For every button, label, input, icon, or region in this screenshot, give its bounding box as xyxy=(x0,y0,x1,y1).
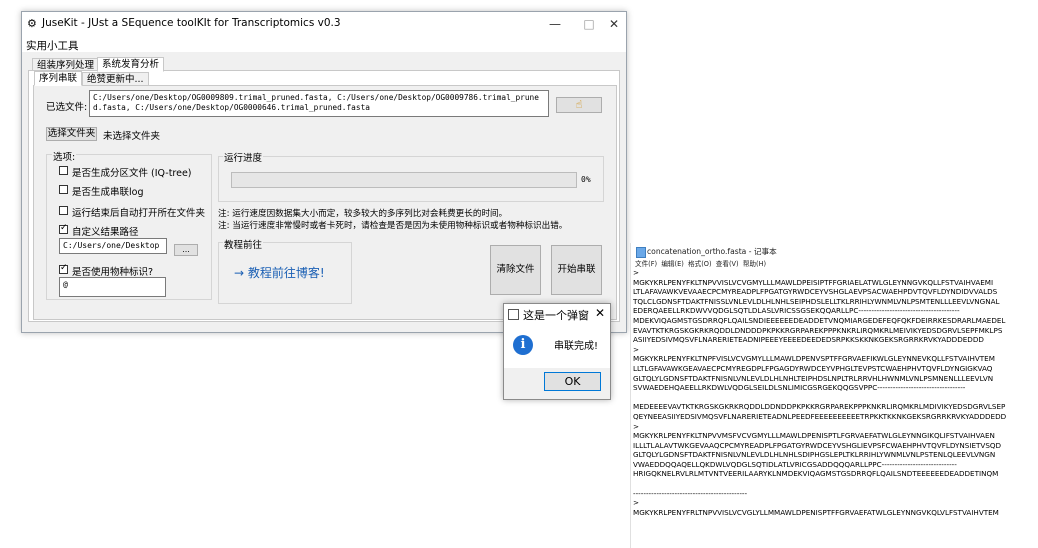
clear-files-button[interactable]: 清除文件 xyxy=(490,245,541,295)
title-bar[interactable]: ⚙ JuseKit - JUst a SEquence toolKIt for … xyxy=(22,12,626,36)
window-icon xyxy=(508,309,519,320)
species-tag-input[interactable]: @ xyxy=(59,277,166,297)
notepad-menu-help[interactable]: 帮助(H) xyxy=(743,260,766,268)
main-window: ⚙ JuseKit - JUst a SEquence toolKIt for … xyxy=(21,11,627,333)
menu-tools[interactable]: 实用小工具 xyxy=(26,38,79,53)
log-label: 是否生成串联log xyxy=(72,187,144,198)
pick-files-button[interactable]: ☝ xyxy=(556,97,602,113)
dialog-body: i 串联完成! xyxy=(504,324,610,368)
notepad-menu-file[interactable]: 文件(F) xyxy=(635,260,657,268)
tab-phylogeny[interactable]: 系统发育分析 xyxy=(97,57,165,72)
window-title: JuseKit - JUst a SEquence toolKIt for Tr… xyxy=(42,17,341,29)
species-tag-checkbox[interactable] xyxy=(59,263,68,274)
path-input[interactable]: C:/Users/one/Desktop xyxy=(59,238,167,254)
message-dialog: 这是一个弹窗 ✕ i 串联完成! OK xyxy=(503,303,611,400)
partition-label: 是否生成分区文件 (IQ-tree) xyxy=(72,168,192,179)
open-folder-label: 运行结束后自动打开所在文件夹 xyxy=(72,208,206,219)
species-tag-label: 是否使用物种标识? xyxy=(72,267,154,278)
notepad-text[interactable]: > MGKYKRLPENYFKLTNPVVISLVCVGMYLLLMAWLDPE… xyxy=(633,268,1017,517)
close-button[interactable]: ✕ xyxy=(597,12,631,36)
custom-path-checkbox[interactable] xyxy=(59,223,68,234)
notepad-menu: 文件(F) 编辑(E) 格式(O) 查看(V) 帮助(H) xyxy=(635,258,766,268)
progress-legend: 运行进度 xyxy=(223,150,264,164)
partition-checkbox[interactable] xyxy=(59,166,68,175)
dialog-title: 这是一个弹窗 xyxy=(523,309,589,322)
dialog-title-bar[interactable]: 这是一个弹窗 ✕ xyxy=(504,304,610,324)
start-concatenate-button[interactable]: 开始串联 xyxy=(551,245,602,295)
menu-bar: 实用小工具 xyxy=(22,36,626,52)
progress-bar xyxy=(231,172,577,188)
dialog-message: 串联完成! xyxy=(554,341,599,352)
options-legend: 选项: xyxy=(52,149,77,163)
notepad-icon xyxy=(636,247,646,258)
notepad-menu-view[interactable]: 查看(V) xyxy=(716,260,739,268)
minimize-button[interactable]: — xyxy=(538,12,572,36)
log-checkbox[interactable] xyxy=(59,185,68,194)
hand-pointer-icon: ☝ xyxy=(575,98,583,111)
browse-button[interactable]: ... xyxy=(174,244,198,256)
notepad-menu-edit[interactable]: 编辑(E) xyxy=(661,260,684,268)
gear-icon: ⚙ xyxy=(27,17,37,30)
dialog-close-button[interactable]: ✕ xyxy=(595,306,605,320)
progress-text: 0% xyxy=(581,175,591,184)
folder-status: 未选择文件夹 xyxy=(103,131,161,142)
custom-path-label: 自定义结果路径 xyxy=(72,227,139,238)
select-folder-button[interactable]: 选择文件夹 xyxy=(46,127,97,141)
blog-legend: 教程前往 xyxy=(223,237,264,251)
open-folder-checkbox[interactable] xyxy=(59,206,68,215)
selected-files-box[interactable]: C:/Users/one/Desktop/OG0009809.trimal_pr… xyxy=(89,90,549,117)
ok-button[interactable]: OK xyxy=(544,372,601,391)
notepad-title: concatenation_ortho.fasta - 记事本 xyxy=(647,247,777,256)
selected-files-label: 已选文件: xyxy=(46,102,88,113)
tab-concatenate[interactable]: 序列串联 xyxy=(34,71,83,86)
notepad-menu-format[interactable]: 格式(O) xyxy=(688,260,712,268)
note-species: 注: 当运行速度非常慢时或者卡死时，请检查是否是因为未使用物种标识或者物种标识出… xyxy=(218,221,568,231)
blog-link[interactable]: → 教程前往博客! xyxy=(234,264,325,281)
notepad-window: concatenation_ortho.fasta - 记事本 文件(F) 编辑… xyxy=(630,243,1019,548)
note-speed: 注: 运行速度因数据集大小而定，较多较大的多序列比对会耗费更长的时间。 xyxy=(218,209,508,219)
info-icon: i xyxy=(513,335,533,355)
